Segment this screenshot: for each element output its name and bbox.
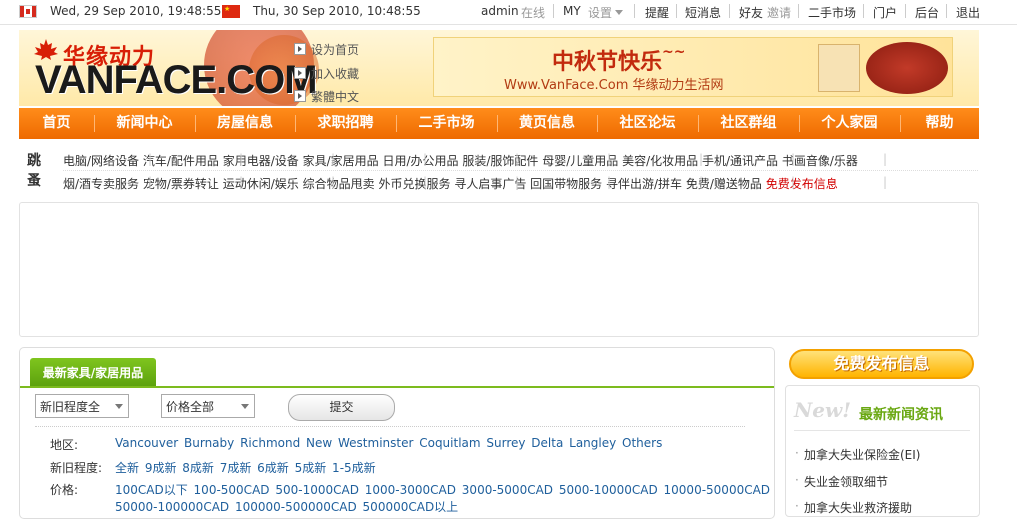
site-header: 华缘动力 VANFACE.COM 设为首页 加入收藏 繁體中文 中秋节快乐~~ … (19, 30, 979, 106)
category-row-2: 烟/酒专卖服务 | 宠物/票券转让 | 运动休闲/娱乐 | 综合物品甩卖 | 外… (63, 175, 888, 191)
category-link[interactable]: 电脑/网络设备 (63, 154, 139, 168)
news-item[interactable]: 加拿大失业救济援助 (795, 499, 912, 516)
chevron-down-icon (241, 404, 249, 409)
news-item[interactable]: 加拿大失业保险金(EI) (795, 446, 920, 463)
chevron-down-icon[interactable] (615, 10, 623, 15)
mooncake-image (866, 42, 948, 94)
news-title: 最新新闻资讯 (859, 407, 943, 423)
category-link[interactable]: 美容/化妆用品 (622, 154, 698, 168)
settings-link[interactable]: 设置 (588, 4, 612, 21)
category-link[interactable]: 回国带物服务 (530, 177, 602, 191)
filter-condition-links[interactable]: 全新 9成新 8成新 7成新 6成新 5成新 1-5成新 (115, 459, 376, 476)
vancouver-time: Wed, 29 Sep 2010, 19:48:55 (50, 4, 222, 18)
second-hand-link[interactable]: 二手市场 (808, 4, 856, 21)
listing-panel: 最新家具/家居用品 新旧程度全 价格全部 提交 地区: Vancouver Bu… (19, 347, 775, 519)
invite-link[interactable]: 邀请 (767, 4, 791, 21)
category-link[interactable]: 手机/通讯产品 (702, 154, 778, 168)
category-link[interactable]: 综合物品甩卖 (303, 177, 375, 191)
top-bar: Wed, 29 Sep 2010, 19:48:55 ★ Thu, 30 Sep… (0, 0, 1017, 25)
category-link[interactable]: 寻伴出游/拼车 (606, 177, 682, 191)
category-link[interactable]: 汽车/配件用品 (143, 154, 219, 168)
arrow-icon (294, 43, 306, 55)
free-post-category-link[interactable]: 免费发布信息 (766, 177, 838, 191)
canada-flag-icon (19, 5, 37, 18)
main-nav: 首页 新闻中心 房屋信息 求职招聘 二手市场 黄页信息 社区论坛 社区群组 个人… (19, 108, 979, 139)
nav-home-space[interactable]: 个人家园 (799, 108, 900, 139)
news-item[interactable]: 失业金领取细节 (795, 473, 888, 490)
filter-price-links-2[interactable]: 50000-100000CAD 100000-500000CAD 500000C… (115, 498, 458, 515)
admin-link[interactable]: 后台 (915, 4, 939, 21)
portal-link[interactable]: 门户 (873, 4, 897, 21)
category-link[interactable]: 烟/酒专卖服务 (63, 177, 139, 191)
category-link[interactable]: 家用电器/设备 (223, 154, 299, 168)
filter-label-condition: 新旧程度: (50, 461, 103, 475)
category-link[interactable]: 宠物/票券转让 (143, 177, 219, 191)
filter-label-region: 地区: (50, 438, 79, 452)
china-flag-icon: ★ (222, 5, 240, 18)
traditional-chinese-link[interactable]: 繁體中文 (294, 88, 359, 105)
nav-yellow-pages[interactable]: 黄页信息 (497, 108, 597, 139)
ad-placeholder (19, 202, 979, 337)
nav-forum[interactable]: 社区论坛 (597, 108, 698, 139)
tab-latest-furniture[interactable]: 最新家具/家居用品 (30, 358, 156, 386)
filter-region-links[interactable]: Vancouver Burnaby Richmond New Westminst… (115, 436, 662, 450)
category-link[interactable]: 家具/家居用品 (303, 154, 379, 168)
nav-jobs[interactable]: 求职招聘 (295, 108, 396, 139)
beijing-time: Thu, 30 Sep 2010, 10:48:55 (253, 4, 421, 18)
nav-groups[interactable]: 社区群组 (698, 108, 799, 139)
condition-select[interactable]: 新旧程度全 (35, 394, 129, 418)
banner-title: 中秋节快乐~~ (552, 44, 686, 75)
nav-help[interactable]: 帮助 (900, 108, 979, 139)
category-label: 跳蚤 (27, 153, 41, 189)
add-favorite-link[interactable]: 加入收藏 (294, 65, 359, 82)
price-select[interactable]: 价格全部 (161, 394, 255, 418)
category-link[interactable]: 免费/赠送物品 (686, 177, 762, 191)
nav-second-hand[interactable]: 二手市场 (396, 108, 497, 139)
mid-autumn-banner[interactable]: 中秋节快乐~~ Www.VanFace.Com 华缘动力生活网 (433, 37, 953, 97)
category-link[interactable]: 服装/服饰配件 (462, 154, 538, 168)
nav-news[interactable]: 新闻中心 (94, 108, 195, 139)
category-jump: 跳蚤 电脑/网络设备 | 汽车/配件用品 | 家用电器/设备 | 家具/家居用品… (19, 148, 979, 194)
category-link[interactable]: 日用/办公用品 (383, 154, 459, 168)
category-link[interactable]: 外币兑换服务 (378, 177, 450, 191)
arrow-icon (294, 67, 306, 79)
banner-subtitle: Www.VanFace.Com 华缘动力生活网 (504, 78, 724, 93)
friends-link[interactable]: 好友 (739, 4, 763, 21)
submit-button[interactable]: 提交 (288, 394, 395, 421)
filter-price-links[interactable]: 100CAD以下 100-500CAD 500-1000CAD 1000-300… (115, 481, 770, 498)
reminder-link[interactable]: 提醒 (645, 4, 669, 21)
set-homepage-link[interactable]: 设为首页 (294, 41, 359, 58)
category-row-1: 电脑/网络设备 | 汽车/配件用品 | 家用电器/设备 | 家具/家居用品 | … (63, 152, 888, 168)
logout-link[interactable]: 退出 (956, 4, 980, 21)
new-badge: New! (794, 398, 852, 422)
filter-label-price: 价格: (50, 483, 79, 497)
messages-link[interactable]: 短消息 (685, 4, 721, 21)
chevron-down-icon (115, 404, 123, 409)
latest-news-box: New! 最新新闻资讯 加拿大失业保险金(EI) 失业金领取细节 加拿大失业救济… (785, 385, 980, 517)
mooncake-box-image (818, 44, 860, 92)
nav-home[interactable]: 首页 (19, 108, 94, 139)
my-menu-link[interactable]: MY (563, 4, 581, 18)
nav-housing[interactable]: 房屋信息 (195, 108, 295, 139)
free-post-button[interactable]: 免费发布信息 (789, 349, 974, 379)
arrow-icon (294, 90, 306, 102)
online-status: 在线 (521, 6, 546, 20)
category-link[interactable]: 运动休闲/娱乐 (223, 177, 299, 191)
logo-english[interactable]: VANFACE.COM (35, 58, 318, 103)
username-link[interactable]: admin (481, 4, 519, 18)
